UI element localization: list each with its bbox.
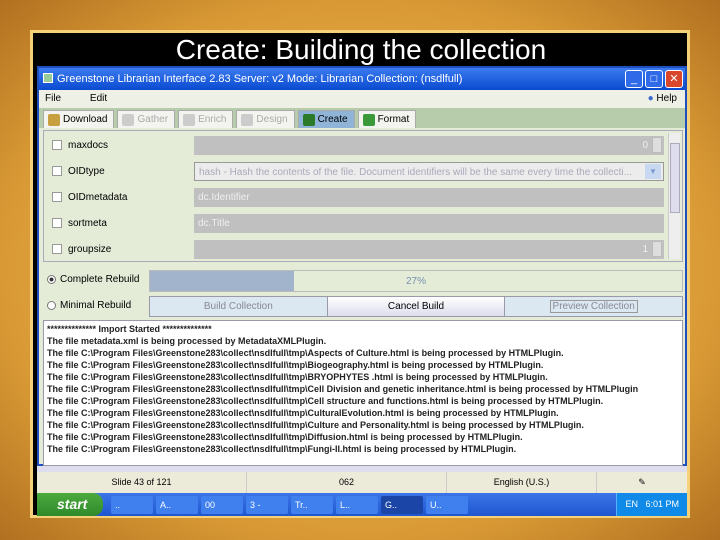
format-icon: [362, 113, 375, 126]
log-line: The file C:\Program Files\Greenstone283\…: [47, 384, 639, 394]
app-icon: [43, 73, 53, 83]
log-line: ************** Import Started **********…: [47, 324, 212, 334]
option-label: sortmeta: [68, 217, 107, 229]
log-line: The file C:\Program Files\Greenstone283\…: [47, 360, 544, 370]
build-collection-button[interactable]: Build Collection: [150, 297, 327, 316]
minimal-rebuild-radio[interactable]: Minimal Rebuild: [47, 300, 131, 311]
menu-edit[interactable]: Edit: [90, 93, 107, 104]
gather-icon: [122, 113, 135, 126]
option-row-maxdocs: maxdocs 0: [44, 134, 664, 156]
tab-enrich[interactable]: Enrich: [178, 110, 234, 128]
spinner-arrows[interactable]: [652, 240, 662, 257]
taskbar-item[interactable]: A..: [156, 495, 198, 514]
download-icon: [48, 113, 60, 126]
log-line: The file C:\Program Files\Greenstone283\…: [47, 420, 584, 430]
preview-collection-button[interactable]: Preview Collection: [505, 297, 683, 316]
maximize-button[interactable]: □: [645, 70, 663, 88]
option-value-field[interactable]: 1: [194, 239, 664, 259]
option-label: OIDmetadata: [68, 191, 128, 203]
taskbar: start .. A.. 00 3 - Tr.. L.. G.. U.. EN 6:01 PM: [37, 493, 687, 516]
tab-create[interactable]: Create: [297, 110, 355, 128]
spellcheck-icon: ✎: [638, 477, 646, 487]
taskbar-item[interactable]: L..: [336, 495, 378, 514]
gli-window: Greenstone Librarian Interface 2.83 Serv…: [37, 66, 687, 466]
option-row-oidtype: OIDtype hash - Hash the contents of the f…: [44, 160, 664, 182]
taskbar-item[interactable]: U..: [426, 495, 468, 514]
option-value-field[interactable]: 0: [194, 135, 664, 155]
system-tray: EN 6:01 PM: [616, 493, 687, 516]
status-bar: Slide 43 of 121 062 English (U.S.) ✎: [37, 472, 687, 493]
build-options-panel: maxdocs 0 OIDtype hash - Hash the contents …: [43, 130, 683, 262]
log-line: The file metadata.xml is being processed…: [47, 336, 327, 346]
help-icon: ●: [647, 93, 654, 104]
help-button[interactable]: ● Help: [648, 90, 677, 108]
option-row-groupsize: groupsize 1: [44, 238, 664, 260]
option-checkbox[interactable]: [52, 218, 62, 228]
slide-title: Create: Building the collection: [175, 34, 547, 65]
option-checkbox[interactable]: [52, 192, 62, 202]
enrich-icon: [183, 113, 196, 126]
build-controls: Complete Rebuild Minimal Rebuild 27% Bui…: [43, 266, 683, 318]
clock: 6:01 PM: [645, 499, 679, 509]
log-line: The file C:\Program Files\Greenstone283\…: [47, 396, 604, 406]
slide-counter: Slide 43 of 121: [37, 472, 247, 493]
build-progress-bar: 27%: [149, 270, 683, 292]
option-checkbox[interactable]: [52, 166, 62, 176]
build-log[interactable]: ************** Import Started **********…: [43, 320, 683, 466]
window-title: Greenstone Librarian Interface 2.83 Serv…: [57, 73, 463, 85]
menu-file[interactable]: File: [45, 93, 61, 104]
option-row-oidmetadata: OIDmetadata dc.Identifier: [44, 186, 664, 208]
spinner-arrows[interactable]: [652, 136, 662, 153]
option-value-field[interactable]: dc.Identifier: [194, 187, 664, 207]
option-value-field[interactable]: hash - Hash the contents of the file. Do…: [194, 161, 664, 181]
status-code: 062: [247, 472, 447, 493]
taskbar-item[interactable]: 00: [201, 495, 243, 514]
minimize-button[interactable]: _: [625, 70, 643, 88]
tab-download[interactable]: Download: [43, 110, 115, 128]
design-icon: [241, 113, 254, 126]
chevron-down-icon[interactable]: ▼: [645, 163, 661, 179]
taskbar-item[interactable]: 3 -: [246, 495, 288, 514]
taskbar-item[interactable]: Tr..: [291, 495, 333, 514]
cancel-build-button[interactable]: Cancel Build: [326, 297, 506, 316]
option-row-sortmeta: sortmeta dc.Title: [44, 212, 664, 234]
taskbar-item[interactable]: ..: [111, 495, 153, 514]
option-value-field[interactable]: dc.Title: [194, 213, 664, 233]
window-titlebar[interactable]: Greenstone Librarian Interface 2.83 Serv…: [39, 68, 685, 90]
tab-format[interactable]: Format: [357, 110, 417, 128]
tab-bar: Download Gather Enrich Design Create Format: [39, 108, 685, 128]
log-line: The file C:\Program Files\Greenstone283\…: [47, 372, 548, 382]
log-line: The file C:\Program Files\Greenstone283\…: [47, 444, 517, 454]
option-label: groupsize: [68, 243, 112, 255]
options-scrollbar[interactable]: [668, 133, 680, 259]
option-label: maxdocs: [68, 139, 109, 151]
complete-rebuild-radio[interactable]: Complete Rebuild: [47, 274, 140, 285]
log-line: The file C:\Program Files\Greenstone283\…: [47, 432, 523, 442]
create-icon: [302, 113, 315, 126]
log-line: The file C:\Program Files\Greenstone283\…: [47, 408, 559, 418]
input-language[interactable]: EN: [625, 499, 638, 509]
option-label: OIDtype: [68, 165, 105, 177]
option-checkbox[interactable]: [52, 244, 62, 254]
language-status: English (U.S.): [447, 472, 597, 493]
menu-bar: File Edit ● Help: [39, 90, 685, 108]
start-button[interactable]: start: [37, 493, 103, 516]
log-line: The file C:\Program Files\Greenstone283\…: [47, 348, 564, 358]
tab-gather[interactable]: Gather: [117, 110, 176, 128]
option-checkbox[interactable]: [52, 140, 62, 150]
close-button[interactable]: ✕: [665, 70, 683, 88]
taskbar-item[interactable]: G..: [381, 495, 423, 514]
tab-design[interactable]: Design: [236, 110, 295, 128]
